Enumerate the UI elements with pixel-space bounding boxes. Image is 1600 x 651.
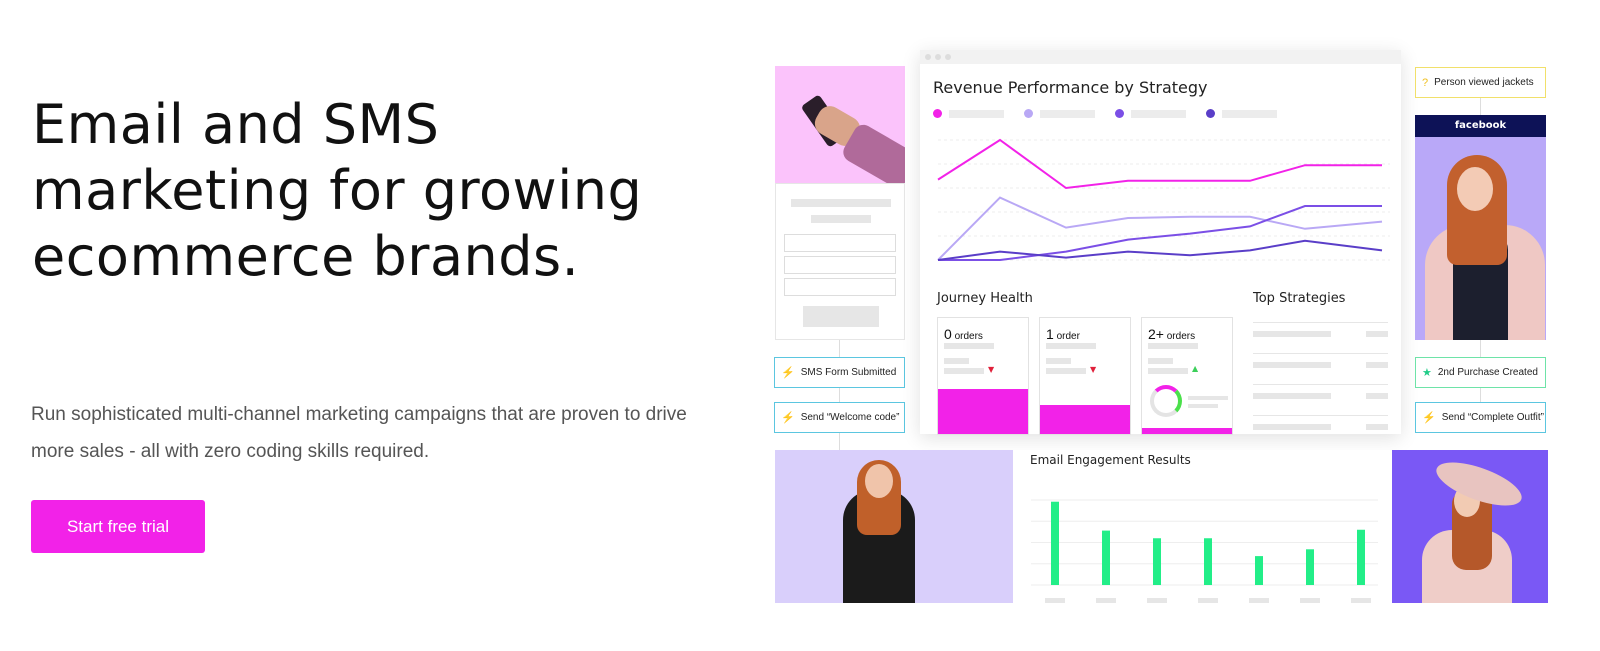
- x-tick-label-placeholder: [1096, 598, 1116, 603]
- lightning-icon: ⚡: [781, 412, 795, 424]
- top-strategies-title: Top Strategies: [1253, 291, 1346, 306]
- journey-card-label: 1 order: [1046, 326, 1080, 342]
- engagement-bar: [1153, 538, 1161, 585]
- strategy-row: [1253, 393, 1331, 399]
- hero-heading: Email and SMS marketing for growing ecom…: [32, 93, 643, 288]
- order-count: 1: [1046, 326, 1054, 342]
- engagement-bar: [1102, 530, 1110, 585]
- hero-subheading: Run sophisticated multi-channel marketin…: [31, 404, 687, 462]
- flow-node-2nd-purchase-created[interactable]: ★ 2nd Purchase Created: [1415, 357, 1546, 388]
- start-free-trial-button[interactable]: Start free trial: [31, 500, 205, 553]
- divider: [1253, 384, 1388, 385]
- email-engagement-panel: Email Engagement Results: [1013, 450, 1390, 603]
- order-unit: orders: [1166, 331, 1196, 342]
- signup-form-preview: [775, 183, 905, 340]
- x-tick-label-placeholder: [1045, 598, 1065, 603]
- divider: [1253, 415, 1388, 416]
- engagement-bar: [1357, 529, 1365, 585]
- journey-card-label: 2+ orders: [1148, 326, 1195, 342]
- facebook-label: facebook: [1415, 115, 1546, 137]
- strategy-row: [1253, 424, 1331, 430]
- lightning-icon: ⚡: [781, 367, 795, 379]
- journey-fill-bar: [1040, 404, 1130, 434]
- journey-card[interactable]: 2+ orders ▲: [1141, 317, 1233, 435]
- x-tick-label-placeholder: [1147, 598, 1167, 603]
- order-count: 0: [944, 326, 952, 342]
- flow-node-person-viewed-jackets[interactable]: ? Person viewed jackets: [1415, 67, 1546, 98]
- journey-fill-bar: [938, 389, 1028, 434]
- flow-node-send-complete-outfit[interactable]: ⚡ Send “Complete Outfit”: [1415, 402, 1546, 433]
- x-tick-label-placeholder: [1351, 598, 1371, 603]
- engagement-bar: [1051, 501, 1059, 585]
- engagement-bar: [1204, 538, 1212, 585]
- journey-card[interactable]: 0 orders ▼: [937, 317, 1029, 435]
- woman-smiling-image: [775, 450, 1013, 603]
- divider: [1253, 322, 1388, 323]
- engagement-bar: [1306, 549, 1314, 585]
- x-tick-label-placeholder: [1249, 598, 1269, 603]
- revenue-line-chart: [937, 138, 1390, 261]
- trend-down-icon: ▼: [988, 365, 995, 374]
- phone-hand-image: [775, 66, 905, 183]
- order-unit: orders: [954, 331, 983, 342]
- facebook-ad-preview: facebook: [1415, 115, 1546, 340]
- divider: [1253, 353, 1388, 354]
- woman-hat-image: [1392, 450, 1548, 603]
- x-tick-label-placeholder: [1300, 598, 1320, 603]
- journey-fill-bar: [1142, 428, 1232, 434]
- series-line: [937, 239, 1383, 261]
- email-engagement-bar-chart: [1031, 499, 1378, 603]
- question-icon: ?: [1422, 76, 1429, 89]
- flow-node-send-welcome-code[interactable]: ⚡ Send “Welcome code”: [774, 402, 905, 433]
- donut-progress-icon: [1150, 385, 1182, 417]
- lightning-icon: ⚡: [1422, 412, 1436, 424]
- star-icon: ★: [1422, 367, 1432, 379]
- order-count: 2+: [1148, 326, 1164, 342]
- journey-card[interactable]: 1 order ▼: [1039, 317, 1131, 435]
- strategy-row: [1253, 331, 1331, 337]
- trend-up-icon: ▲: [1192, 364, 1199, 373]
- engagement-bar: [1255, 556, 1263, 585]
- order-unit: order: [1056, 331, 1080, 342]
- journey-health-title: Journey Health: [937, 291, 1033, 306]
- journey-card-label: 0 orders: [944, 326, 983, 342]
- dashboard-card: Revenue Performance by Strategy Journey …: [920, 50, 1401, 435]
- x-tick-label-placeholder: [1198, 598, 1218, 603]
- trend-down-icon: ▼: [1090, 365, 1097, 374]
- strategy-row: [1253, 362, 1331, 368]
- flow-node-sms-form-submitted[interactable]: ⚡ SMS Form Submitted: [774, 357, 905, 388]
